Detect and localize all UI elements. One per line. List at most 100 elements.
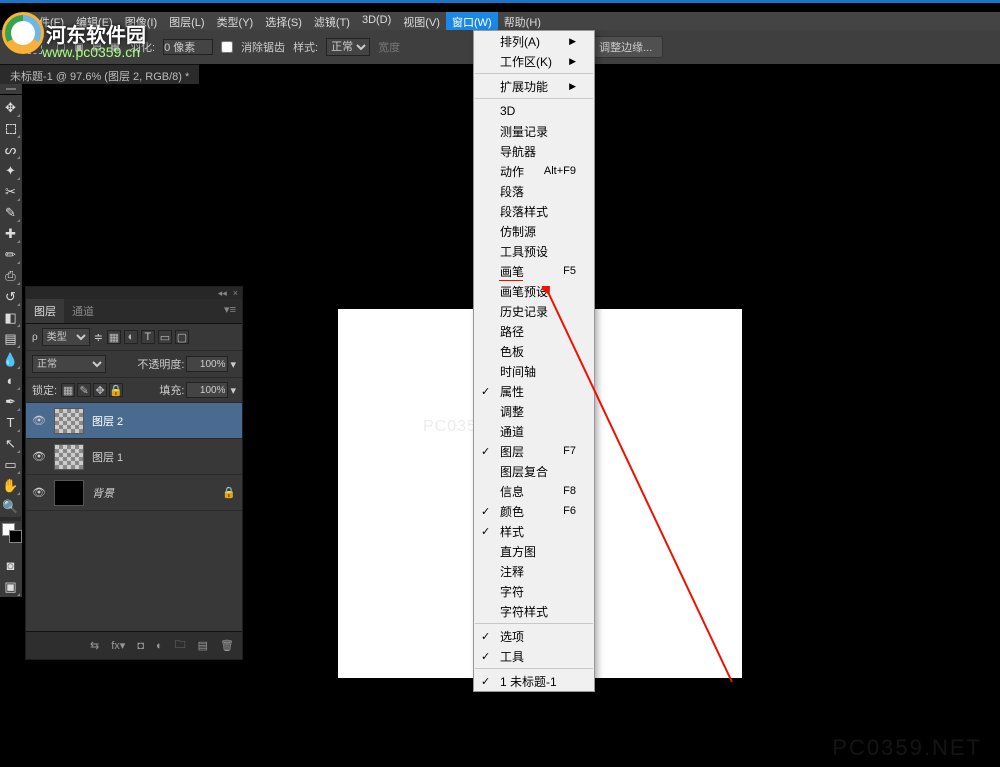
- menu-滤镜(T)[interactable]: 滤镜(T): [308, 12, 356, 30]
- filter-shape-icon[interactable]: ▭: [158, 330, 172, 344]
- menu-item-导航器[interactable]: 导航器: [474, 141, 594, 161]
- layer-name[interactable]: 图层 2: [92, 413, 236, 429]
- menu-图层(L)[interactable]: 图层(L): [163, 12, 210, 30]
- blur-tool[interactable]: 💧: [0, 349, 21, 370]
- new-layer-icon[interactable]: ▤: [198, 639, 208, 652]
- quick-mask-tool[interactable]: ◙: [0, 555, 21, 576]
- menu-item-路径[interactable]: 路径: [474, 321, 594, 341]
- menu-item-时间轴[interactable]: 时间轴: [474, 361, 594, 381]
- menu-item-字符样式[interactable]: 字符样式: [474, 601, 594, 621]
- tab-layers[interactable]: 图层: [26, 299, 64, 323]
- fx-icon[interactable]: fx▾: [111, 639, 125, 652]
- panel-collapse-icon[interactable]: ◂◂: [218, 288, 227, 299]
- menu-类型(Y)[interactable]: 类型(Y): [211, 12, 260, 30]
- lasso-tool[interactable]: ᔕ: [0, 139, 21, 160]
- filter-type-icon[interactable]: T: [141, 330, 155, 344]
- lock-pos-icon[interactable]: ✥: [93, 383, 107, 397]
- tab-channels[interactable]: 通道: [64, 299, 102, 323]
- fg-bg-swatches[interactable]: [0, 521, 21, 555]
- layer-name[interactable]: 图层 1: [92, 449, 236, 465]
- lock-paint-icon[interactable]: ✎: [77, 383, 91, 397]
- menu-item-信息[interactable]: 信息F8: [474, 481, 594, 501]
- layer-thumb[interactable]: [54, 444, 84, 470]
- zoom-tool[interactable]: 🔍: [0, 496, 21, 517]
- menu-item-属性[interactable]: 属性: [474, 381, 594, 401]
- fill-input[interactable]: [186, 382, 228, 398]
- menu-item-测量记录[interactable]: 测量记录: [474, 121, 594, 141]
- crop-tool[interactable]: ✂: [0, 181, 21, 202]
- magic-wand-tool[interactable]: ✦: [0, 160, 21, 181]
- panel-menu-icon[interactable]: ▾≡: [218, 299, 242, 323]
- adjustment-icon[interactable]: ◐: [156, 640, 163, 652]
- visibility-icon[interactable]: 👁: [32, 414, 46, 427]
- mask-icon[interactable]: ◘: [137, 640, 144, 652]
- menu-item-画笔[interactable]: 画笔F5: [474, 261, 594, 281]
- menu-item-扩展功能[interactable]: 扩展功能▶: [474, 76, 594, 96]
- layer-thumb[interactable]: [54, 408, 84, 434]
- menu-item-注释[interactable]: 注释: [474, 561, 594, 581]
- filter-adjust-icon[interactable]: ◐: [124, 330, 138, 344]
- path-select-tool[interactable]: ↖: [0, 433, 21, 454]
- menu-item-样式[interactable]: 样式: [474, 521, 594, 541]
- document-tab[interactable]: 未标题-1 @ 97.6% (图层 2, RGB/8) *: [0, 64, 199, 84]
- menu-选择(S)[interactable]: 选择(S): [259, 12, 308, 30]
- opacity-input[interactable]: [186, 356, 228, 372]
- menu-视图(V)[interactable]: 视图(V): [397, 12, 446, 30]
- menu-窗口(W)[interactable]: 窗口(W): [446, 12, 498, 30]
- filter-pixel-icon[interactable]: ▦: [107, 330, 121, 344]
- feather-input[interactable]: [163, 39, 213, 55]
- brush-tool[interactable]: ✏: [0, 244, 21, 265]
- group-icon[interactable]: 🗀: [175, 636, 186, 655]
- menu-item-段落[interactable]: 段落: [474, 181, 594, 201]
- eyedropper-tool[interactable]: ✎: [0, 202, 21, 223]
- move-tool[interactable]: ✥: [0, 97, 21, 118]
- menu-item-色板[interactable]: 色板: [474, 341, 594, 361]
- healing-tool[interactable]: ✚: [0, 223, 21, 244]
- panel-close-icon[interactable]: ×: [233, 288, 238, 298]
- visibility-icon[interactable]: 👁: [32, 450, 46, 463]
- marquee-tool[interactable]: [0, 118, 21, 139]
- menu-item-图层[interactable]: 图层F7: [474, 441, 594, 461]
- menu-item-画笔预设[interactable]: 画笔预设: [474, 281, 594, 301]
- menu-帮助(H)[interactable]: 帮助(H): [498, 12, 547, 30]
- menu-item-3D[interactable]: 3D: [474, 101, 594, 121]
- link-layers-icon[interactable]: ⇆: [90, 639, 99, 652]
- history-brush-tool[interactable]: ↺: [0, 286, 21, 307]
- menu-item-选项[interactable]: 选项: [474, 626, 594, 646]
- layer-item[interactable]: 👁 背景 🔒: [26, 475, 242, 511]
- menu-item-图层复合[interactable]: 图层复合: [474, 461, 594, 481]
- lock-trans-icon[interactable]: ▦: [61, 383, 75, 397]
- menu-item-仿制源[interactable]: 仿制源: [474, 221, 594, 241]
- hand-tool[interactable]: ✋: [0, 475, 21, 496]
- gradient-tool[interactable]: ▤: [0, 328, 21, 349]
- menu-item-历史记录[interactable]: 历史记录: [474, 301, 594, 321]
- pen-tool[interactable]: ✒: [0, 391, 21, 412]
- delete-icon[interactable]: 🗑: [220, 639, 234, 652]
- rectangle-tool[interactable]: ▭: [0, 454, 21, 475]
- layer-item[interactable]: 👁 图层 2: [26, 403, 242, 439]
- menu-item-调整[interactable]: 调整: [474, 401, 594, 421]
- menu-item-1 未标题-1[interactable]: 1 未标题-1: [474, 671, 594, 691]
- menu-item-动作[interactable]: 动作Alt+F9: [474, 161, 594, 181]
- layer-item[interactable]: 👁 图层 1: [26, 439, 242, 475]
- menu-item-工作区(K)[interactable]: 工作区(K)▶: [474, 51, 594, 71]
- toolbar-grip[interactable]: [0, 84, 22, 94]
- dodge-tool[interactable]: ◐: [0, 370, 21, 391]
- blend-mode-select[interactable]: 正常: [32, 355, 106, 373]
- adjust-edges-button[interactable]: 调整边缘...: [588, 36, 663, 58]
- menu-item-颜色[interactable]: 颜色F6: [474, 501, 594, 521]
- menu-item-段落样式[interactable]: 段落样式: [474, 201, 594, 221]
- layer-name[interactable]: 背景: [92, 485, 214, 501]
- menu-item-通道[interactable]: 通道: [474, 421, 594, 441]
- screen-mode-tool[interactable]: ▣: [0, 576, 21, 597]
- stamp-tool[interactable]: ⎙: [0, 265, 21, 286]
- menu-3D(D)[interactable]: 3D(D): [356, 12, 397, 30]
- layer-kind-select[interactable]: 类型: [42, 328, 90, 346]
- menu-item-排列(A)[interactable]: 排列(A)▶: [474, 31, 594, 51]
- menu-item-工具[interactable]: 工具: [474, 646, 594, 666]
- eraser-tool[interactable]: ◧: [0, 307, 21, 328]
- type-tool[interactable]: T: [0, 412, 21, 433]
- style-select[interactable]: 正常: [326, 38, 370, 56]
- lock-all-icon[interactable]: 🔒: [109, 383, 123, 397]
- menu-item-工具预设[interactable]: 工具预设: [474, 241, 594, 261]
